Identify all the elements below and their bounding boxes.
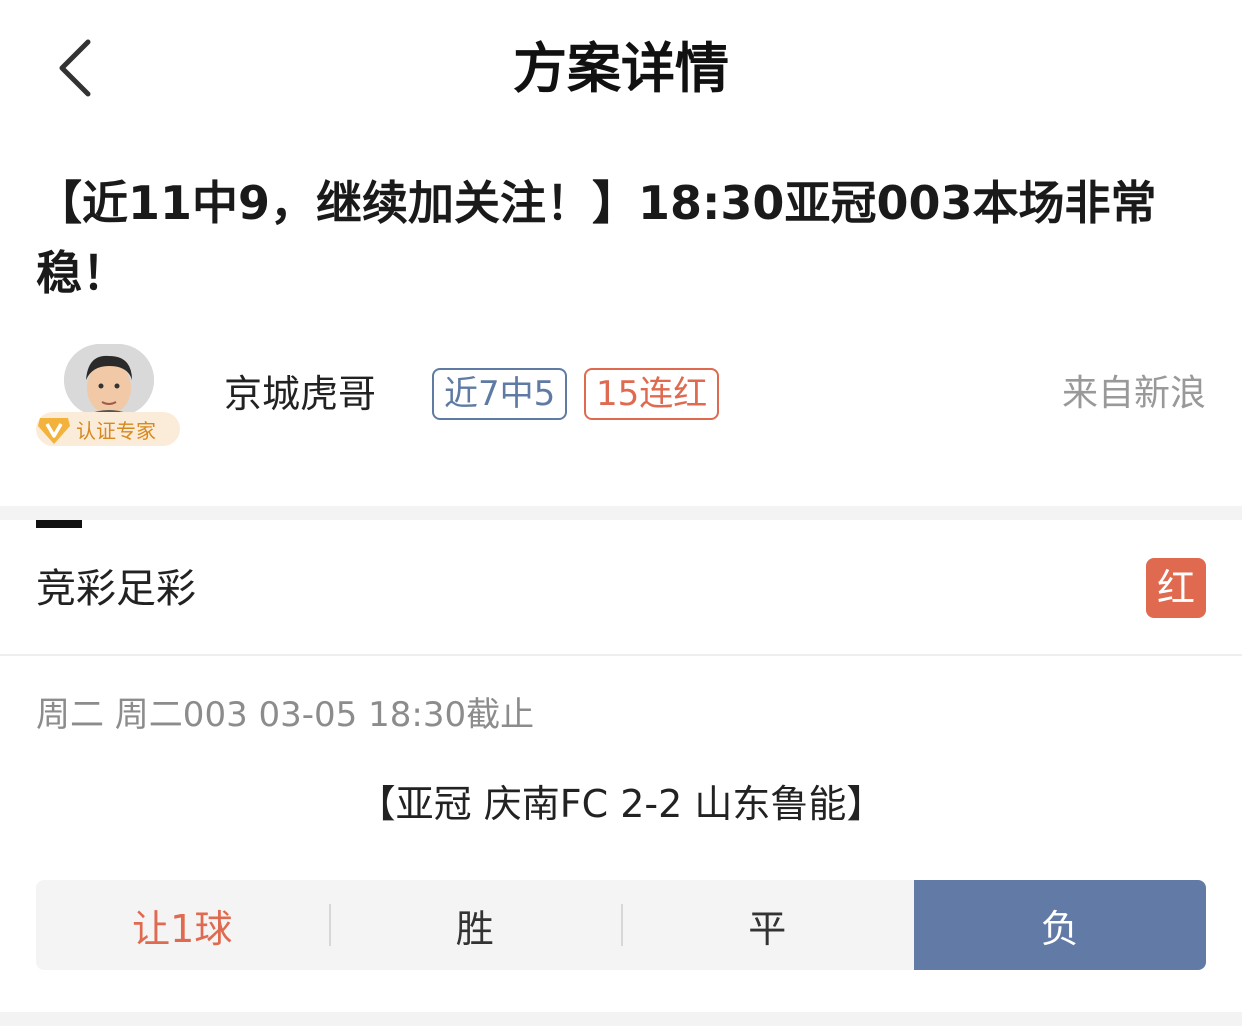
author-row[interactable]: 认证专家 京城虎哥 近7中5 15连红 来自新浪	[36, 340, 1206, 450]
match-name: 【亚冠 庆南FC 2-2 山东鲁能】	[357, 782, 885, 826]
option-draw[interactable]: 平	[621, 880, 914, 970]
category-title: 竞彩足彩	[36, 566, 196, 612]
source-label: 来自新浪	[1061, 373, 1206, 414]
nav-bar: 方案详情	[0, 0, 1242, 140]
category-row: 竞彩足彩 红	[0, 530, 1242, 656]
record-tag-streak: 15连红	[584, 368, 720, 420]
certification-label: 认证专家	[76, 418, 156, 443]
option-handicap[interactable]: 让1球	[36, 880, 329, 970]
plan-headline: 【近11中9，继续加关注！】18:30亚冠003本场非常稳！	[36, 176, 1157, 300]
section-divider	[0, 506, 1242, 520]
certification-badge: 认证专家	[36, 412, 180, 446]
bet-options: 让1球 胜 平 负	[36, 880, 1206, 970]
record-tag-recent: 近7中5	[432, 368, 568, 420]
author-name[interactable]: 京城虎哥	[224, 364, 376, 424]
bottom-divider	[0, 1012, 1242, 1026]
page-title: 方案详情	[513, 37, 729, 100]
tab-indicator	[36, 520, 82, 528]
avatar-image	[64, 344, 154, 416]
avatar[interactable]	[64, 344, 154, 416]
option-win[interactable]: 胜	[328, 880, 622, 970]
result-badge: 红	[1146, 558, 1206, 618]
verified-v-icon	[36, 412, 72, 446]
option-lose[interactable]: 负	[913, 880, 1206, 970]
match-meta: 周二 周二003 03-05 18:30截止	[36, 695, 535, 735]
